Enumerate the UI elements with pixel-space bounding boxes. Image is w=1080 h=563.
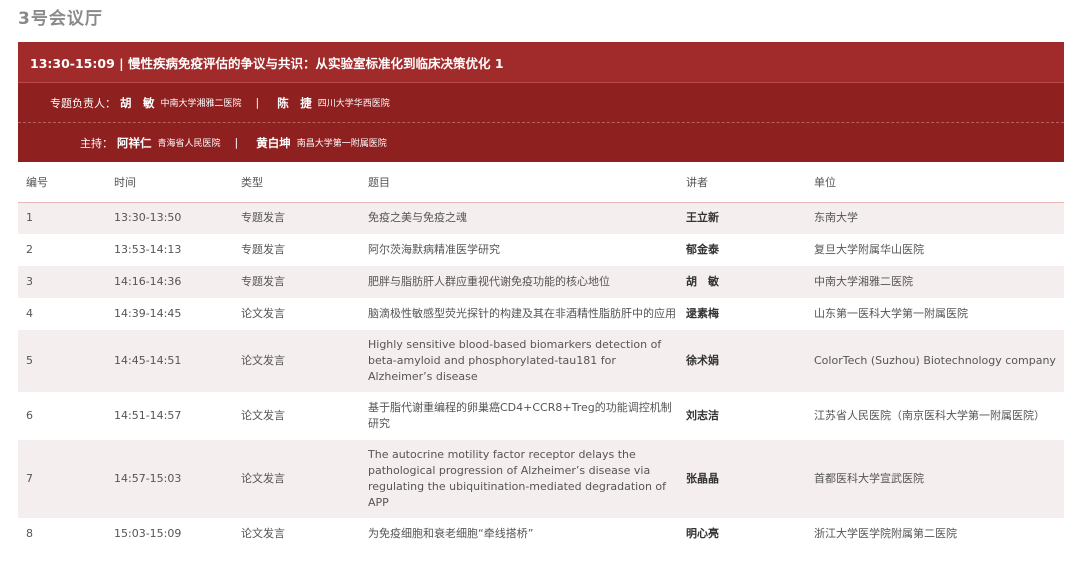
chair-affiliation: 中南大学湘雅二医院 bbox=[160, 99, 242, 109]
chair-name: 陈 捷 bbox=[277, 95, 312, 110]
cell-time: 14:51-14:57 bbox=[114, 392, 241, 440]
cell-title: 基于脂代谢重编程的卵巢癌CD4+CCR8+Treg的功能调控机制研究 bbox=[368, 392, 686, 440]
cell-speaker: 张晶晶 bbox=[686, 440, 814, 518]
cell-number: 7 bbox=[18, 440, 114, 518]
chairs-label: 专题负责人： bbox=[50, 96, 116, 110]
cell-unit: 江苏省人民医院（南京医科大学第一附属医院） bbox=[814, 392, 1064, 440]
cell-type: 专题发言 bbox=[241, 266, 368, 298]
cell-time: 13:30-13:50 bbox=[114, 202, 241, 234]
cell-title: 脑滴极性敏感型荧光探针的构建及其在非酒精性脂肪肝中的应用 bbox=[368, 298, 686, 330]
cell-time: 14:39-14:45 bbox=[114, 298, 241, 330]
cell-speaker: 郁金泰 bbox=[686, 234, 814, 266]
cell-speaker: 胡 敏 bbox=[686, 266, 814, 298]
cell-unit: 山东第一医科大学第一附属医院 bbox=[814, 298, 1064, 330]
cell-type: 论文发言 bbox=[241, 298, 368, 330]
cell-unit: 复旦大学附属华山医院 bbox=[814, 234, 1064, 266]
cell-number: 1 bbox=[18, 202, 114, 234]
session-header: 13:30-15:09 | 慢性疾病免疫评估的争议与共识：从实验室标准化到临床决… bbox=[18, 42, 1064, 82]
chair-name: 胡 敏 bbox=[120, 95, 155, 110]
table-row: 1 13:30-13:50 专题发言 免疫之美与免疫之魂 王立新 东南大学 bbox=[18, 202, 1064, 234]
cell-number: 6 bbox=[18, 392, 114, 440]
cell-type: 专题发言 bbox=[241, 234, 368, 266]
cell-title: 阿尔茨海默病精准医学研究 bbox=[368, 234, 686, 266]
col-header-number: 编号 bbox=[18, 162, 114, 203]
cell-type: 论文发言 bbox=[241, 330, 368, 392]
host-name: 黄白坤 bbox=[256, 135, 291, 150]
cell-title: 肥胖与脂肪肝人群应重视代谢免疫功能的核心地位 bbox=[368, 266, 686, 298]
table-row: 4 14:39-14:45 论文发言 脑滴极性敏感型荧光探针的构建及其在非酒精性… bbox=[18, 298, 1064, 330]
cell-time: 15:03-15:09 bbox=[114, 518, 241, 550]
chair-affiliation: 四川大学华西医院 bbox=[317, 99, 390, 109]
cell-unit: 浙江大学医学院附属第二医院 bbox=[814, 518, 1064, 550]
cell-unit: ColorTech (Suzhou) Biotechnology company bbox=[814, 330, 1064, 392]
table-row: 8 15:03-15:09 论文发言 为免疫细胞和衰老细胞“牵线搭桥” 明心亮 … bbox=[18, 518, 1064, 550]
hosts-label: 主持： bbox=[80, 136, 113, 150]
separator: | bbox=[234, 136, 239, 149]
session-hosts: 主持： 阿祥仁 青海省人民医院 | 黄白坤 南昌大学第一附属医院 bbox=[18, 122, 1064, 162]
table-row: 2 13:53-14:13 专题发言 阿尔茨海默病精准医学研究 郁金泰 复旦大学… bbox=[18, 234, 1064, 266]
col-header-unit: 单位 bbox=[814, 162, 1064, 203]
schedule-table: 编号 时间 类型 题目 讲者 单位 1 13:30-13:50 专题发言 免疫之… bbox=[18, 162, 1064, 550]
cell-time: 14:45-14:51 bbox=[114, 330, 241, 392]
separator: | bbox=[255, 96, 260, 109]
cell-speaker: 刘志洁 bbox=[686, 392, 814, 440]
session-chairs: 专题负责人： 胡 敏 中南大学湘雅二医院 | 陈 捷 四川大学华西医院 bbox=[18, 82, 1064, 122]
table-row: 5 14:45-14:51 论文发言 Highly sensitive bloo… bbox=[18, 330, 1064, 392]
table-header-row: 编号 时间 类型 题目 讲者 单位 bbox=[18, 162, 1064, 203]
cell-title: The autocrine motility factor receptor d… bbox=[368, 440, 686, 518]
col-header-type: 类型 bbox=[241, 162, 368, 203]
cell-type: 论文发言 bbox=[241, 518, 368, 550]
session-block: 13:30-15:09 | 慢性疾病免疫评估的争议与共识：从实验室标准化到临床决… bbox=[18, 42, 1064, 550]
cell-unit: 东南大学 bbox=[814, 202, 1064, 234]
cell-unit: 首都医科大学宣武医院 bbox=[814, 440, 1064, 518]
cell-type: 论文发言 bbox=[241, 440, 368, 518]
table-row: 6 14:51-14:57 论文发言 基于脂代谢重编程的卵巢癌CD4+CCR8+… bbox=[18, 392, 1064, 440]
cell-title: 为免疫细胞和衰老细胞“牵线搭桥” bbox=[368, 518, 686, 550]
cell-speaker: 明心亮 bbox=[686, 518, 814, 550]
cell-time: 14:16-14:36 bbox=[114, 266, 241, 298]
table-row: 7 14:57-15:03 论文发言 The autocrine motilit… bbox=[18, 440, 1064, 518]
cell-title: Highly sensitive blood-based biomarkers … bbox=[368, 330, 686, 392]
cell-number: 4 bbox=[18, 298, 114, 330]
cell-type: 专题发言 bbox=[241, 202, 368, 234]
cell-speaker: 徐术娟 bbox=[686, 330, 814, 392]
cell-unit: 中南大学湘雅二医院 bbox=[814, 266, 1064, 298]
cell-number: 3 bbox=[18, 266, 114, 298]
room-title: 3号会议厅 bbox=[18, 9, 103, 29]
cell-title: 免疫之美与免疫之魂 bbox=[368, 202, 686, 234]
table-row: 3 14:16-14:36 专题发言 肥胖与脂肪肝人群应重视代谢免疫功能的核心地… bbox=[18, 266, 1064, 298]
col-header-title: 题目 bbox=[368, 162, 686, 203]
host-name: 阿祥仁 bbox=[117, 135, 152, 150]
cell-number: 8 bbox=[18, 518, 114, 550]
cell-speaker: 王立新 bbox=[686, 202, 814, 234]
cell-time: 14:57-15:03 bbox=[114, 440, 241, 518]
cell-speaker: 逯素梅 bbox=[686, 298, 814, 330]
cell-number: 2 bbox=[18, 234, 114, 266]
col-header-speaker: 讲者 bbox=[686, 162, 814, 203]
cell-type: 论文发言 bbox=[241, 392, 368, 440]
cell-number: 5 bbox=[18, 330, 114, 392]
cell-time: 13:53-14:13 bbox=[114, 234, 241, 266]
col-header-time: 时间 bbox=[114, 162, 241, 203]
host-affiliation: 南昌大学第一附属医院 bbox=[296, 139, 387, 149]
host-affiliation: 青海省人民医院 bbox=[157, 139, 221, 149]
